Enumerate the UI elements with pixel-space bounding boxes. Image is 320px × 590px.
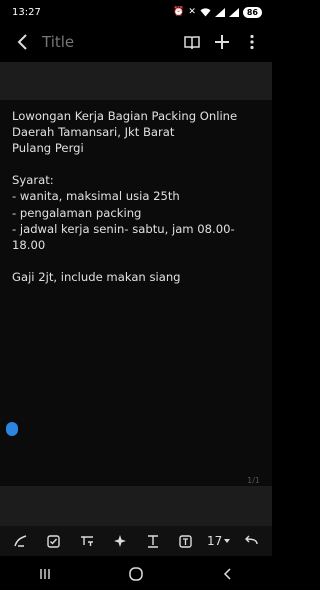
note-line: Pulang Pergi <box>12 141 84 156</box>
signal-icon <box>214 7 225 17</box>
note-content[interactable]: Lowongan Kerja Bagian Packing Online Daer… <box>12 108 264 285</box>
checkbox-icon <box>47 534 60 548</box>
text-box-icon <box>179 534 193 548</box>
mute-icon: ✕ <box>188 6 196 17</box>
more-options-button[interactable] <box>242 32 262 52</box>
page-indicator: 1/1 <box>247 476 260 485</box>
book-open-icon <box>184 36 200 49</box>
navigation-bar <box>0 558 272 590</box>
note-line <box>12 253 264 269</box>
back-button[interactable] <box>10 29 36 55</box>
more-vertical-icon <box>250 34 254 50</box>
text-format-icon <box>80 536 93 546</box>
pen-icon <box>13 535 26 547</box>
font-size-selector[interactable]: 17 <box>207 534 231 548</box>
pen-button[interactable] <box>9 529 33 553</box>
plus-icon <box>215 35 229 49</box>
recent-apps-button[interactable] <box>25 560 65 588</box>
bottom-panel <box>0 486 272 526</box>
text-box-button[interactable] <box>174 529 198 553</box>
format-toolbar: 17 <box>0 526 272 556</box>
status-icons: ⏰ ✕ 86 <box>173 6 262 18</box>
note-line: Gaji 2jt, include makan siang <box>12 269 181 284</box>
note-line: - pengalaman packing <box>12 205 142 220</box>
battery-indicator: 86 <box>242 6 262 18</box>
note-body[interactable]: Lowongan Kerja Bagian Packing Online Daer… <box>0 100 272 486</box>
text-style-button[interactable] <box>141 529 165 553</box>
checkbox-button[interactable] <box>42 529 66 553</box>
note-line: - wanita, maksimal usia 25th <box>12 189 180 204</box>
reading-mode-button[interactable] <box>182 32 202 52</box>
font-size-value: 17 <box>207 534 223 548</box>
caret-down-icon <box>224 539 231 543</box>
cursor-handle[interactable] <box>6 422 18 436</box>
top-app-bar: Title <box>0 24 272 60</box>
status-bar: 13:27 ⏰ ✕ 86 <box>0 0 272 24</box>
back-arrow-icon <box>223 568 231 580</box>
home-icon <box>129 567 143 581</box>
note-line: Lowongan Kerja Bagian Packing Online <box>12 109 238 123</box>
top-panel <box>0 62 272 100</box>
text-format-button[interactable] <box>75 529 99 553</box>
ai-assist-button[interactable] <box>108 529 132 553</box>
nav-back-button[interactable] <box>207 560 247 588</box>
ai-sparkle-icon <box>113 535 126 547</box>
note-line: Daerah Tamansari, Jkt Barat <box>12 125 175 140</box>
alarm-icon: ⏰ <box>173 6 185 17</box>
status-time: 13:27 <box>12 6 41 18</box>
signal-icon-2 <box>228 7 239 17</box>
wifi-icon <box>200 7 211 17</box>
chevron-left-icon <box>17 34 27 50</box>
undo-icon <box>245 535 259 545</box>
note-line: Syarat: <box>12 173 54 188</box>
note-line: 18.00 <box>12 237 46 252</box>
note-line <box>12 156 264 172</box>
note-line: - jadwal kerja senin- sabtu, jam 08.00- <box>12 221 235 236</box>
note-title-field[interactable]: Title <box>42 33 182 51</box>
recent-apps-icon <box>40 569 51 579</box>
text-style-icon <box>147 534 158 548</box>
add-button[interactable] <box>212 32 232 52</box>
undo-button[interactable] <box>239 529 263 553</box>
home-button[interactable] <box>116 560 156 588</box>
